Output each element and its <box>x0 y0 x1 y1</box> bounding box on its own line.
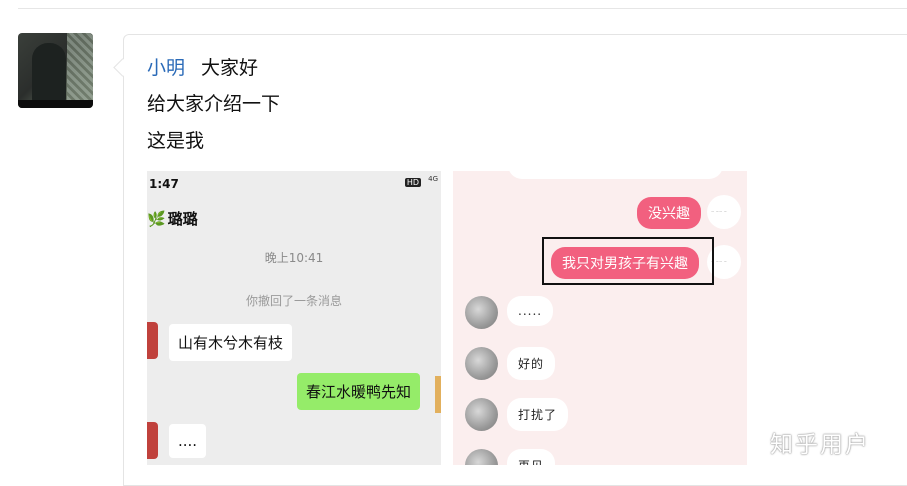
message-bubble-incoming: 打扰了 <box>507 398 569 431</box>
post-line-1: 大家好 <box>201 57 259 79</box>
zhihu-watermark: 知乎用户 <box>770 432 870 458</box>
avatar-bottom-bar <box>18 100 93 108</box>
contact-avatar <box>465 296 498 329</box>
status-time: 1:47 <box>149 177 179 191</box>
message-bubble-incoming: .... <box>169 424 207 458</box>
message-bubble-outgoing: 没兴趣 <box>637 197 701 229</box>
message-bubble-incoming: 好的 <box>507 347 556 380</box>
post-first-line: 小明 大家好 <box>147 56 258 80</box>
partial-bubble <box>508 171 723 179</box>
avatar[interactable] <box>18 33 93 108</box>
contact-avatar <box>465 449 498 465</box>
self-avatar: ~ ~~ ~ <box>707 195 741 229</box>
contact-name: 璐璐 <box>167 210 198 228</box>
chat-screenshot-left[interactable]: 1:47 HD 4G 🌿 璐璐 晚上10:41 你撤回了一条消息 山有木兮木有枝 … <box>147 171 441 465</box>
author-link[interactable]: 小明 <box>147 57 185 79</box>
message-bubble-incoming: ..... <box>507 296 554 326</box>
post-line-2: 给大家介绍一下 <box>147 93 281 115</box>
chat-screenshot-right[interactable]: 没兴趣 ~ ~~ ~ 我只对男孩子有兴趣 ~ ~~ ~ ..... 好的 打扰了… <box>453 171 747 465</box>
contact-avatar <box>147 322 158 359</box>
message-bubble-incoming: 山有木兮木有枝 <box>169 324 293 361</box>
top-divider <box>18 8 907 9</box>
contact-avatar <box>465 398 498 431</box>
self-avatar <box>435 376 441 413</box>
contact-avatar <box>147 422 158 459</box>
contact-avatar <box>465 347 498 380</box>
avatar-figure <box>32 43 66 103</box>
post-line-3: 这是我 <box>147 130 205 152</box>
leaf-icon: 🌿 <box>147 210 166 228</box>
hd-badge: HD <box>404 178 421 187</box>
signal-indicator: 4G <box>428 175 438 183</box>
avatar-window-pattern <box>67 33 93 108</box>
message-bubble-incoming: 再见 <box>507 449 556 465</box>
chat-timestamp: 晚上10:41 <box>264 251 324 265</box>
message-bubble-outgoing: 春江水暖鸭先知 <box>297 373 421 410</box>
recall-notice: 你撤回了一条消息 <box>245 294 342 308</box>
chat-contact-title: 🌿 璐璐 <box>147 208 198 229</box>
highlight-box <box>542 237 714 285</box>
